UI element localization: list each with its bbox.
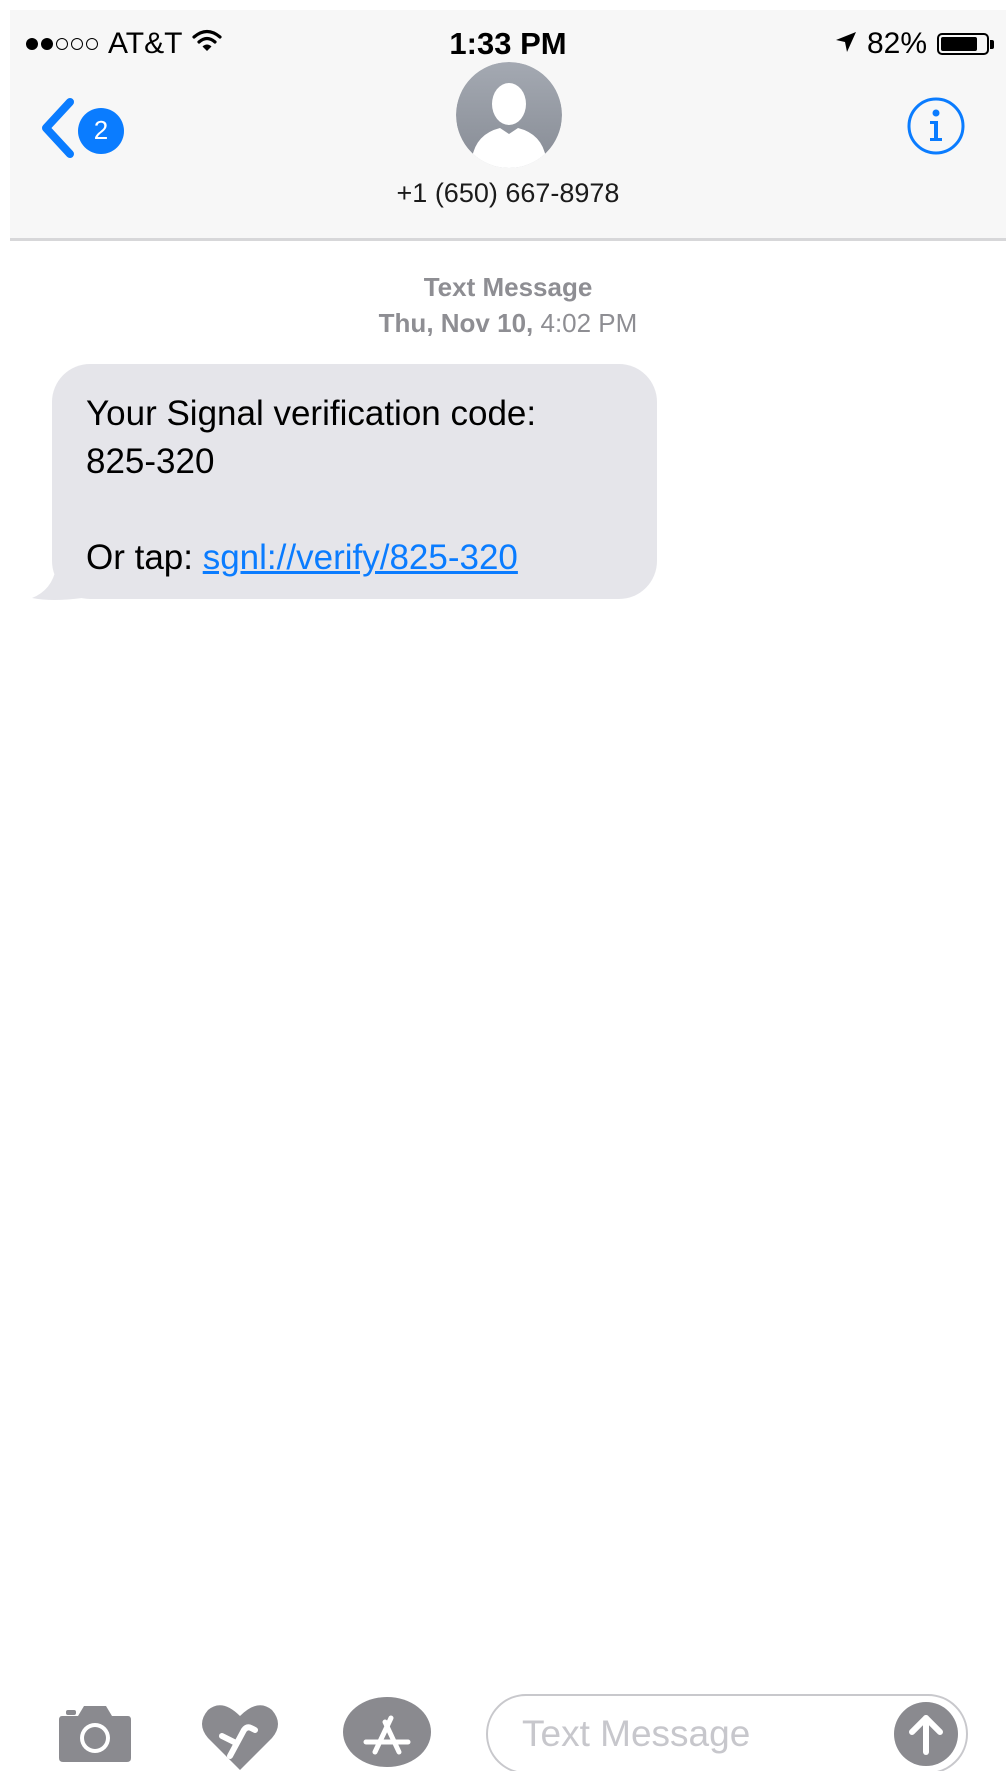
back-chevron-icon — [40, 98, 76, 163]
battery-percent: 82% — [866, 27, 927, 60]
message-input[interactable] — [522, 1696, 862, 1771]
message-timestamp: Thu, Nov 10, 4:02 PM — [10, 308, 1006, 339]
back-button[interactable]: 2 — [40, 98, 124, 163]
message-kind-label: Text Message — [423, 272, 593, 302]
tap-label: Or tap: — [86, 538, 203, 577]
message-line-1: Your Signal verification code: — [86, 394, 537, 433]
info-icon[interactable] — [906, 96, 966, 156]
battery-icon — [937, 33, 994, 55]
message-bubble[interactable]: Your Signal verification code: 825-320 O… — [52, 364, 657, 599]
header: AT&T 1:33 PM 82% 2 +1 (650) 667-8978 — [10, 10, 1006, 241]
verify-link[interactable]: sgnl://verify/825-320 — [203, 538, 518, 577]
verification-code: 825-320 — [86, 442, 215, 481]
send-arrow-icon[interactable] — [894, 1702, 958, 1766]
status-right: 82% — [835, 24, 994, 64]
app-store-icon[interactable] — [342, 1696, 432, 1771]
battery-cap — [990, 39, 994, 49]
message-tap-line: Or tap: sgnl://verify/825-320 — [86, 534, 657, 582]
location-arrow-icon — [835, 27, 857, 61]
battery-body — [937, 33, 989, 55]
incoming-message: Your Signal verification code: 825-320 O… — [32, 364, 657, 600]
contact-avatar-icon[interactable] — [456, 62, 562, 168]
messages-screen: AT&T 1:33 PM 82% 2 +1 (650) 667-8978 Tex… — [10, 10, 1006, 1771]
input-bar — [10, 1680, 1006, 1771]
camera-icon[interactable] — [58, 1702, 132, 1769]
message-time: 4:02 PM — [540, 308, 638, 338]
digital-touch-icon[interactable] — [200, 1700, 280, 1771]
message-field[interactable] — [486, 1694, 968, 1771]
contact-name[interactable]: +1 (650) 667-8978 — [10, 178, 1006, 209]
battery-fill — [941, 37, 978, 51]
message-day: Thu, Nov 10, — [378, 308, 534, 338]
unread-badge: 2 — [78, 107, 124, 154]
